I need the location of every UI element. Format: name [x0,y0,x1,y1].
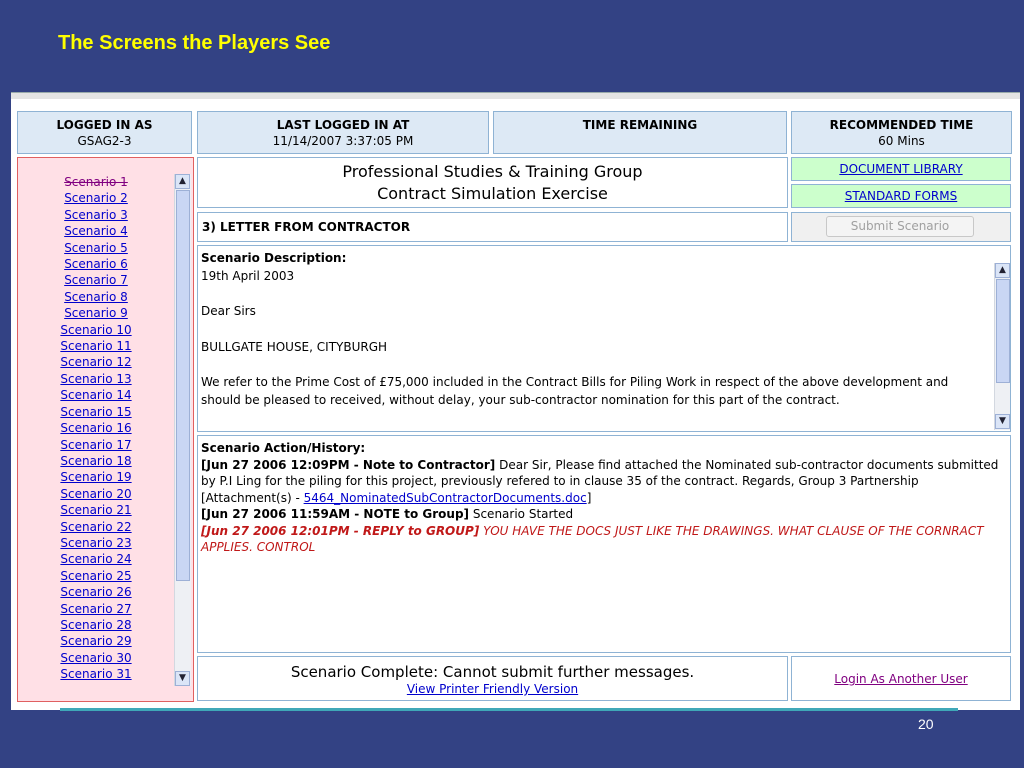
description-scrollbar[interactable]: ▲ ▼ [994,263,1010,430]
description-subject: BULLGATE HOUSE, CITYBURGH [201,339,388,354]
scenario-link[interactable]: Scenario 23 [18,535,174,551]
logged-in-as-box: LOGGED IN AS GSAG2-3 [17,111,192,154]
scenario-link[interactable]: Scenario 22 [18,519,174,535]
slide-title: The Screens the Players See [58,32,331,54]
scenario-link[interactable]: Scenario 16 [18,420,174,436]
title-line-1: Professional Studies & Training Group [342,162,643,181]
logged-in-as-value: GSAG2-3 [77,134,132,148]
scenario-link[interactable]: Scenario 8 [18,289,174,305]
login-another-box: Login As Another User [791,656,1011,701]
scenario-list: Scenario 1 Scenario 2 Scenario 3 Scenario 4… [18,174,174,683]
exercise-title-box: Professional Studies & Training Group Co… [197,157,788,208]
scenario-link[interactable]: Scenario 3 [18,207,174,223]
attachment-prefix: [Attachment(s) - [201,490,304,505]
history-entry-1: [Jun 27 2006 12:09PM - Note to Contracto… [201,457,1004,490]
scenario-link[interactable]: Scenario 19 [18,469,174,485]
history-heading: Scenario Action/History: [201,441,366,455]
letter-heading: 3) LETTER FROM CONTRACTOR [202,220,411,234]
history-entry-3: [Jun 27 2006 12:01PM - REPLY to GROUP] Y… [201,523,1004,556]
history-entry-2: [Jun 27 2006 11:59AM - NOTE to Group] Sc… [201,506,1004,523]
scenario-link[interactable]: Scenario 7 [18,272,174,288]
scenario-sidebar: Scenario 1 Scenario 2 Scenario 3 Scenario 4… [17,157,194,702]
login-another-user-link[interactable]: Login As Another User [834,672,967,686]
scenario-link[interactable]: Scenario 15 [18,404,174,420]
standard-forms-box[interactable]: STANDARD FORMS [791,184,1011,208]
scenario-history-box: Scenario Action/History: [Jun 27 2006 12… [197,435,1011,653]
scenario-link[interactable]: Scenario 25 [18,568,174,584]
scenario-link[interactable]: Scenario 2 [18,190,174,206]
logged-in-as-label: LOGGED IN AS [56,118,153,132]
printer-friendly-link[interactable]: View Printer Friendly Version [407,682,578,696]
scenario-link[interactable]: Scenario 24 [18,551,174,567]
slide-number: 20 [918,716,934,732]
attachment-suffix: ] [586,490,592,505]
scenario-link[interactable]: Scenario 4 [18,223,174,239]
scenario-link[interactable]: Scenario 21 [18,502,174,518]
scenario-link[interactable]: Scenario 9 [18,305,174,321]
history-entry-2-head: [Jun 27 2006 11:59AM - NOTE to Group] [201,507,470,521]
scenario-link[interactable]: Scenario 28 [18,617,174,633]
scenario-link[interactable]: Scenario 14 [18,387,174,403]
letter-heading-box: 3) LETTER FROM CONTRACTOR [197,212,788,242]
sidebar-scroll-thumb[interactable] [176,190,190,581]
scenario-link[interactable]: Scenario 26 [18,584,174,600]
scenario-description-box: Scenario Description: 19th April 2003 De… [197,245,1011,432]
description-salutation: Dear Sirs [201,304,256,319]
footer-line [60,708,958,711]
history-entry-3-head: [Jun 27 2006 12:01PM - REPLY to GROUP] [201,523,480,538]
title-line-2: Contract Simulation Exercise [377,184,608,203]
scenario-link[interactable]: Scenario 17 [18,437,174,453]
scenario-link[interactable]: Scenario 5 [18,240,174,256]
scenario-link[interactable]: Scenario 1 [18,174,174,190]
scenario-link[interactable]: Scenario 30 [18,650,174,666]
scenario-link[interactable]: Scenario 27 [18,601,174,617]
recommended-time-box: RECOMMENDED TIME 60 Mins [791,111,1012,154]
description-body: We refer to the Prime Cost of £75,000 in… [201,374,949,407]
scenario-complete-box: Scenario Complete: Cannot submit further… [197,656,788,701]
last-logged-in-label: LAST LOGGED IN AT [276,118,410,132]
attachment-link[interactable]: 5464_NominatedSubContractorDocuments.doc [304,491,587,505]
description-heading: Scenario Description: [201,251,347,265]
scenario-link[interactable]: Scenario 31 [18,666,174,682]
sidebar-scrollbar[interactable]: ▲ ▼ [174,174,191,686]
app-screenshot: LOGGED IN AS GSAG2-3 LAST LOGGED IN AT 1… [11,92,1020,710]
scenario-link[interactable]: Scenario 29 [18,633,174,649]
scenario-link[interactable]: Scenario 10 [18,322,174,338]
scenario-link[interactable]: Scenario 18 [18,453,174,469]
standard-forms-link[interactable]: STANDARD FORMS [845,189,958,203]
last-logged-in-box: LAST LOGGED IN AT 11/14/2007 3:37:05 PM [197,111,489,154]
scenario-link[interactable]: Scenario 12 [18,354,174,370]
scroll-up-icon[interactable]: ▲ [995,263,1010,278]
history-attachment: [Attachment(s) - 5464_NominatedSubContra… [201,490,1004,507]
scroll-up-icon[interactable]: ▲ [175,174,190,189]
scenario-link[interactable]: Scenario 11 [18,338,174,354]
description-date: 19th April 2003 [201,268,295,283]
scenario-complete-message: Scenario Complete: Cannot submit further… [290,663,695,681]
time-remaining-label: TIME REMAINING [582,118,698,132]
document-library-link[interactable]: DOCUMENT LIBRARY [839,162,962,176]
recommended-time-label: RECOMMENDED TIME [829,118,974,132]
time-remaining-box: TIME REMAINING [493,111,787,154]
document-library-box[interactable]: DOCUMENT LIBRARY [791,157,1011,181]
scroll-down-icon[interactable]: ▼ [995,414,1010,429]
scenario-link[interactable]: Scenario 13 [18,371,174,387]
recommended-time-value: 60 Mins [878,134,925,148]
scroll-down-icon[interactable]: ▼ [175,671,190,686]
last-logged-in-value: 11/14/2007 3:37:05 PM [272,134,414,148]
scenario-link[interactable]: Scenario 20 [18,486,174,502]
scenario-link[interactable]: Scenario 6 [18,256,174,272]
history-entry-1-head: [Jun 27 2006 12:09PM - Note to Contracto… [201,457,496,472]
description-scroll-thumb[interactable] [996,279,1010,383]
top-divider [11,93,1020,99]
history-entry-2-text: Scenario Started [469,507,574,521]
submit-scenario-button[interactable]: Submit Scenario [826,216,974,237]
submit-box: Submit Scenario [791,212,1011,242]
